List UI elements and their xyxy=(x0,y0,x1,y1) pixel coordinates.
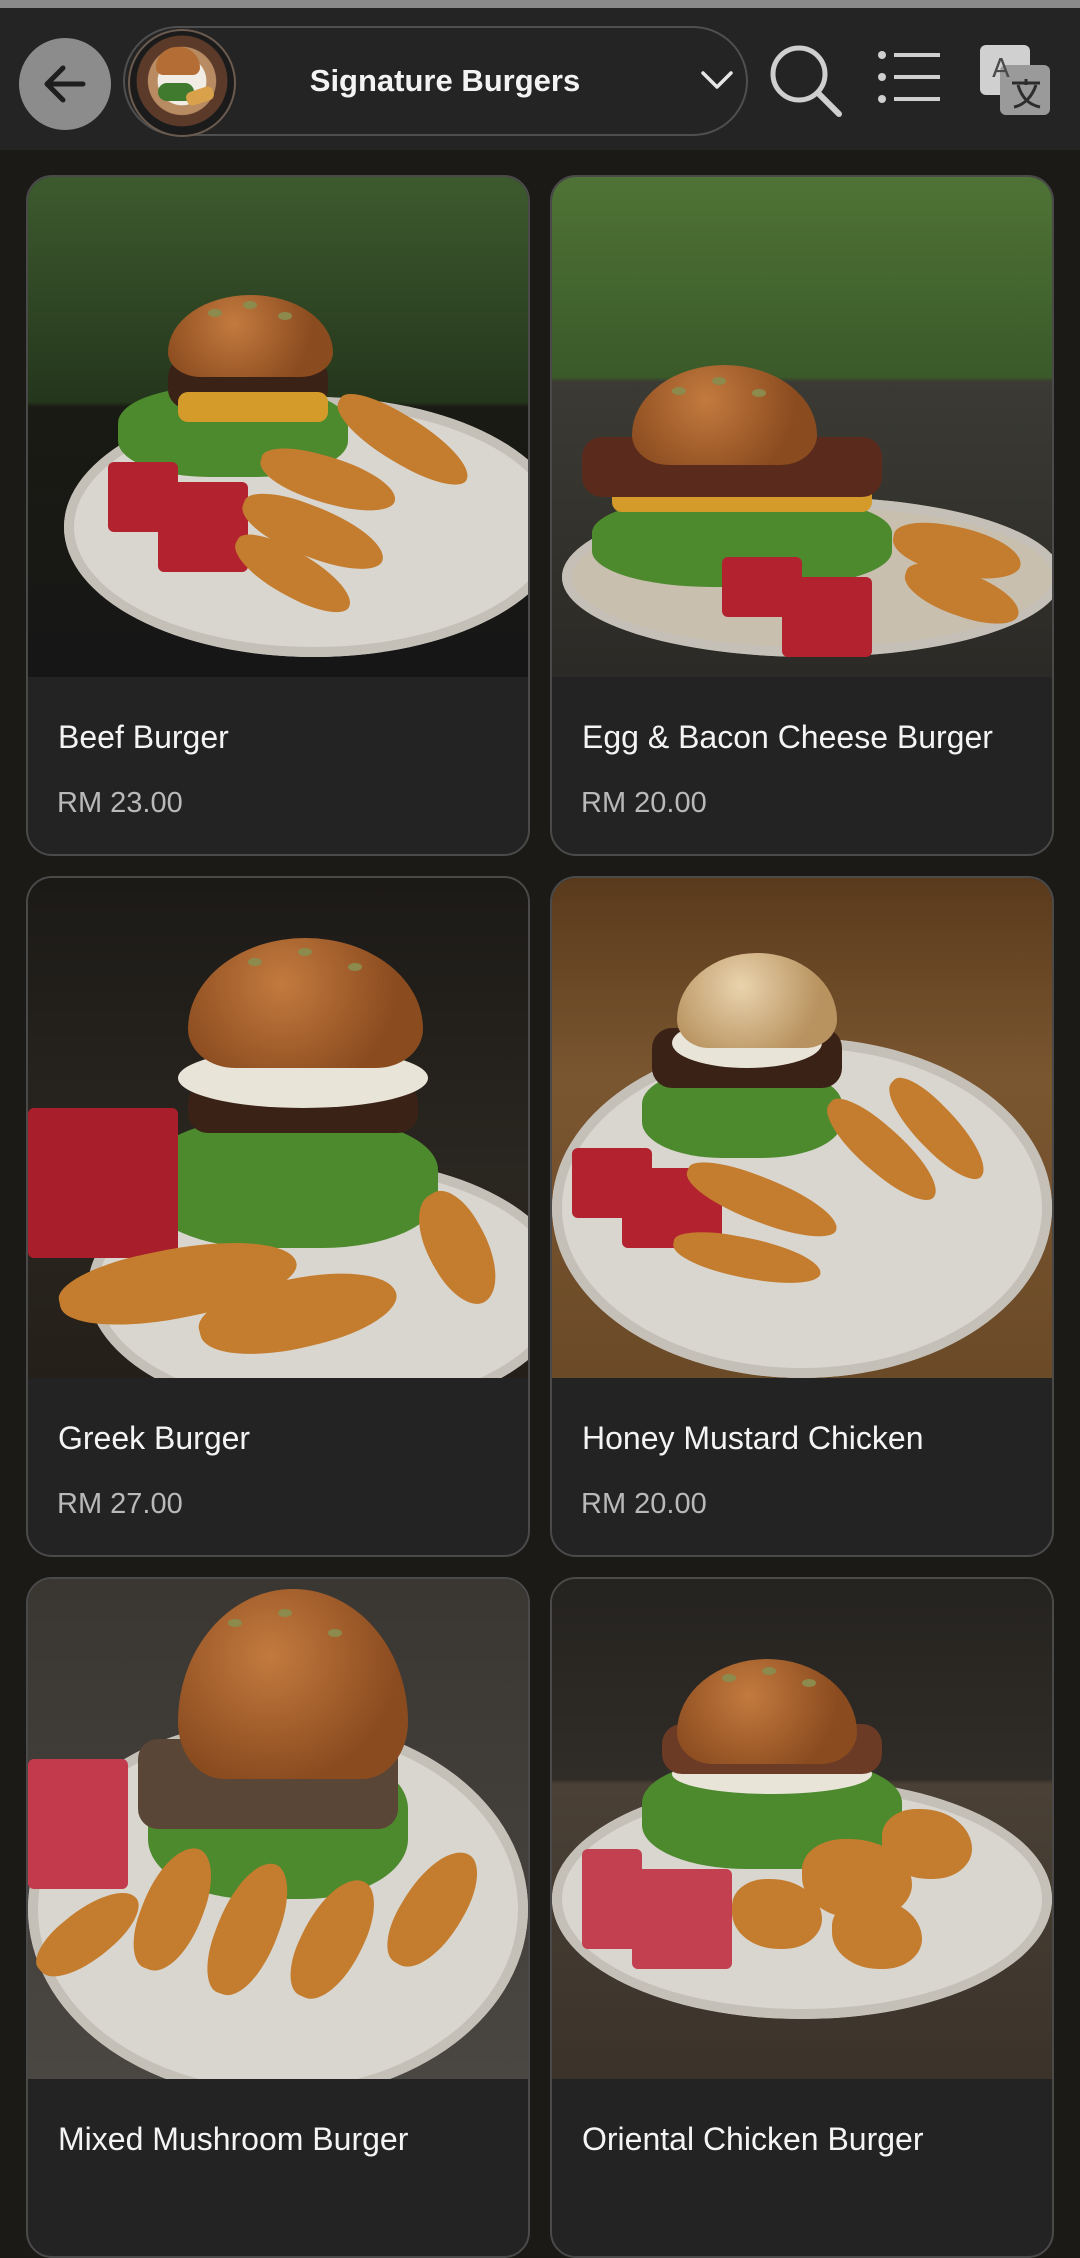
svg-text:A: A xyxy=(992,54,1010,84)
search-button[interactable] xyxy=(765,40,849,124)
menu-item-card[interactable]: Oriental Chicken Burger xyxy=(550,1577,1054,2258)
chevron-down-icon xyxy=(701,71,733,89)
menu-item-card[interactable]: Beef Burger RM 23.00 xyxy=(26,175,530,856)
list-icon xyxy=(878,51,940,103)
menu-item-card[interactable]: Egg & Bacon Cheese Burger RM 20.00 xyxy=(550,175,1054,856)
category-dropdown[interactable]: Signature Burgers xyxy=(123,26,748,137)
language-button[interactable]: A xyxy=(978,43,1052,117)
item-name: Mixed Mushroom Burger xyxy=(58,2121,409,2157)
list-view-button[interactable] xyxy=(874,43,948,117)
top-edge xyxy=(0,0,1080,8)
item-price: RM 20.00 xyxy=(581,787,707,819)
menu-item-card[interactable]: Mixed Mushroom Burger xyxy=(26,1577,530,2258)
item-name: Greek Burger xyxy=(58,1420,251,1456)
item-price: RM 20.00 xyxy=(581,1488,707,1520)
translate-icon: A xyxy=(980,45,1050,115)
item-name: Honey Mustard Chicken xyxy=(582,1420,924,1456)
food-photo xyxy=(28,177,528,677)
menu-item-card[interactable]: Honey Mustard Chicken RM 20.00 xyxy=(550,876,1054,1557)
food-photo xyxy=(552,177,1052,677)
item-price: RM 27.00 xyxy=(57,1488,183,1520)
item-price: RM 23.00 xyxy=(57,787,183,819)
food-photo xyxy=(552,878,1052,1378)
category-label: Signature Burgers xyxy=(309,63,581,98)
search-icon xyxy=(770,45,842,117)
menu-grid: Beef Burger RM 23.00 Egg & Bacon Cheese … xyxy=(0,150,1080,2258)
item-name: Egg & Bacon Cheese Burger xyxy=(582,719,993,755)
item-name: Oriental Chicken Burger xyxy=(582,2121,924,2157)
food-photo xyxy=(28,1579,528,2079)
burger-thumbnail xyxy=(128,29,236,137)
back-button[interactable] xyxy=(19,38,111,130)
food-photo xyxy=(28,878,528,1378)
header-bar: Signature Burgers A xyxy=(0,8,1080,150)
menu-item-card[interactable]: Greek Burger RM 27.00 xyxy=(26,876,530,1557)
back-arrow-icon xyxy=(44,65,86,103)
food-photo xyxy=(552,1579,1052,2079)
item-name: Beef Burger xyxy=(58,719,229,755)
